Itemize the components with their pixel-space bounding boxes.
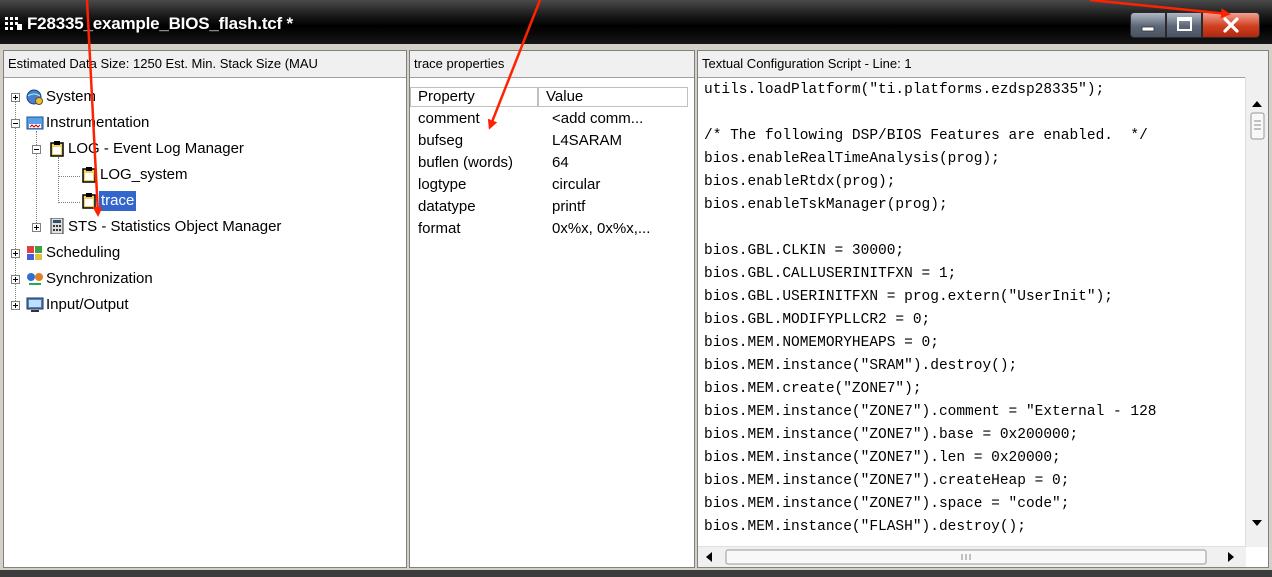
collapse-toggle[interactable]	[32, 145, 41, 154]
monitor-icon	[26, 297, 44, 312]
script-line[interactable]: bios.GBL.USERINITFXN = prog.extern("User…	[704, 286, 1113, 309]
clipboard-icon	[50, 141, 64, 157]
script-line[interactable]: bios.enableTskManager(prog);	[704, 194, 948, 217]
expand-toggle[interactable]	[11, 275, 20, 284]
expand-toggle[interactable]	[32, 223, 41, 232]
script-pane[interactable]: Textual Configuration Script - Line: 1 u…	[697, 50, 1269, 568]
tree-item-trace[interactable]: trace	[4, 191, 404, 211]
horizontal-scrollbar[interactable]	[698, 546, 1246, 567]
window-title: F28335_example_BIOS_flash.tcf *	[27, 14, 293, 33]
script-line[interactable]: bios.MEM.create("ZONE7");	[704, 378, 922, 401]
tree-item-system[interactable]: System	[4, 87, 404, 107]
tree-item-log-manager[interactable]: LOG - Event Log Manager	[4, 139, 404, 159]
sync-icon	[27, 273, 43, 285]
config-tree-pane[interactable]: Estimated Data Size: 1250 Est. Min. Stac…	[3, 50, 407, 568]
property-value[interactable]: circular	[552, 174, 600, 196]
tree-item-sts-manager[interactable]: STS - Statistics Object Manager	[4, 217, 404, 237]
selected-node-label: trace	[99, 191, 137, 211]
properties-header: trace properties	[410, 51, 694, 78]
vertical-scrollbar[interactable]	[1245, 77, 1268, 547]
property-name[interactable]: comment	[418, 108, 480, 130]
title-bar[interactable]: F28335_example_BIOS_flash.tcf *	[0, 0, 1272, 44]
script-line[interactable]: bios.MEM.instance("ZONE7").len = 0x20000…	[704, 447, 1061, 470]
script-line[interactable]: bios.MEM.instance("SRAM").destroy();	[704, 355, 1017, 378]
script-line[interactable]: bios.MEM.instance("ZONE7").base = 0x2000…	[704, 424, 1078, 447]
calculator-icon	[50, 218, 64, 234]
script-line[interactable]: bios.GBL.CALLUSERINITFXN = 1;	[704, 263, 956, 286]
expand-toggle[interactable]	[11, 93, 20, 102]
script-header: Textual Configuration Script - Line: 1	[698, 51, 1268, 78]
script-line[interactable]: bios.MEM.instance("FLASH").destroy();	[704, 516, 1026, 539]
property-name[interactable]: buflen (words)	[418, 152, 513, 174]
instrumentation-icon	[26, 116, 44, 130]
script-line[interactable]: utils.loadPlatform("ti.platforms.ezdsp28…	[704, 79, 1104, 102]
maximize-icon	[1177, 17, 1192, 31]
globe-gear-icon	[26, 89, 43, 105]
minimize-button[interactable]	[1130, 12, 1166, 38]
scheduling-icon	[27, 246, 42, 260]
properties-pane[interactable]: trace properties Property Value comment …	[409, 50, 695, 568]
script-line[interactable]: bios.MEM.NOMEMORYHEAPS = 0;	[704, 332, 939, 355]
scroll-arrows-icon	[1250, 101, 1265, 526]
property-column-header[interactable]: Property	[410, 87, 538, 107]
property-value[interactable]: 0x%x, 0x%x,...	[552, 218, 650, 240]
close-button[interactable]	[1202, 12, 1260, 38]
script-line[interactable]: bios.enableRealTimeAnalysis(prog);	[704, 148, 1000, 171]
app-grid-icon	[5, 17, 22, 30]
script-editor[interactable]: utils.loadPlatform("ti.platforms.ezdsp28…	[698, 77, 1246, 547]
expand-toggle[interactable]	[11, 249, 20, 258]
property-value[interactable]: printf	[552, 196, 585, 218]
tree-item-synchronization[interactable]: Synchronization	[4, 269, 404, 289]
clipboard-icon	[82, 167, 96, 183]
tree-item-log-system[interactable]: LOG_system	[4, 165, 404, 185]
property-name[interactable]: bufseg	[418, 130, 463, 152]
script-line[interactable]: bios.MEM.instance("ZONE7").createHeap = …	[704, 470, 1069, 493]
property-name[interactable]: logtype	[418, 174, 466, 196]
close-icon	[1223, 17, 1239, 33]
collapse-toggle[interactable]	[11, 119, 20, 128]
property-value[interactable]: 64	[552, 152, 569, 174]
property-name[interactable]: format	[418, 218, 461, 240]
tree-item-input-output[interactable]: Input/Output	[4, 295, 404, 315]
script-line[interactable]: bios.MEM.instance("ZONE7").space = "code…	[704, 493, 1069, 516]
script-line[interactable]: bios.GBL.CLKIN = 30000;	[704, 240, 904, 263]
script-line[interactable]: bios.MEM.instance("ZONE7").comment = "Ex…	[704, 401, 1156, 424]
script-line[interactable]: bios.enableRtdx(prog);	[704, 171, 895, 194]
property-value[interactable]: L4SARAM	[552, 130, 622, 152]
value-column-header[interactable]: Value	[538, 87, 688, 107]
scroll-arrows-icon	[706, 549, 1234, 565]
clipboard-icon	[82, 193, 96, 209]
script-line[interactable]: bios.GBL.MODIFYPLLCR2 = 0;	[704, 309, 930, 332]
estimated-size-header: Estimated Data Size: 1250 Est. Min. Stac…	[4, 51, 406, 78]
property-name[interactable]: datatype	[418, 196, 476, 218]
status-strip	[0, 570, 1272, 577]
minimize-icon	[1141, 26, 1155, 32]
maximize-button[interactable]	[1166, 12, 1202, 38]
expand-toggle[interactable]	[11, 301, 20, 310]
property-value[interactable]: <add comm...	[552, 108, 643, 130]
tree-item-instrumentation[interactable]: Instrumentation	[4, 113, 404, 133]
tree-item-scheduling[interactable]: Scheduling	[4, 243, 404, 263]
script-line[interactable]: /* The following DSP/BIOS Features are e…	[704, 125, 1148, 148]
tconf-window: F28335_example_BIOS_flash.tcf * Estimate…	[0, 0, 1272, 577]
